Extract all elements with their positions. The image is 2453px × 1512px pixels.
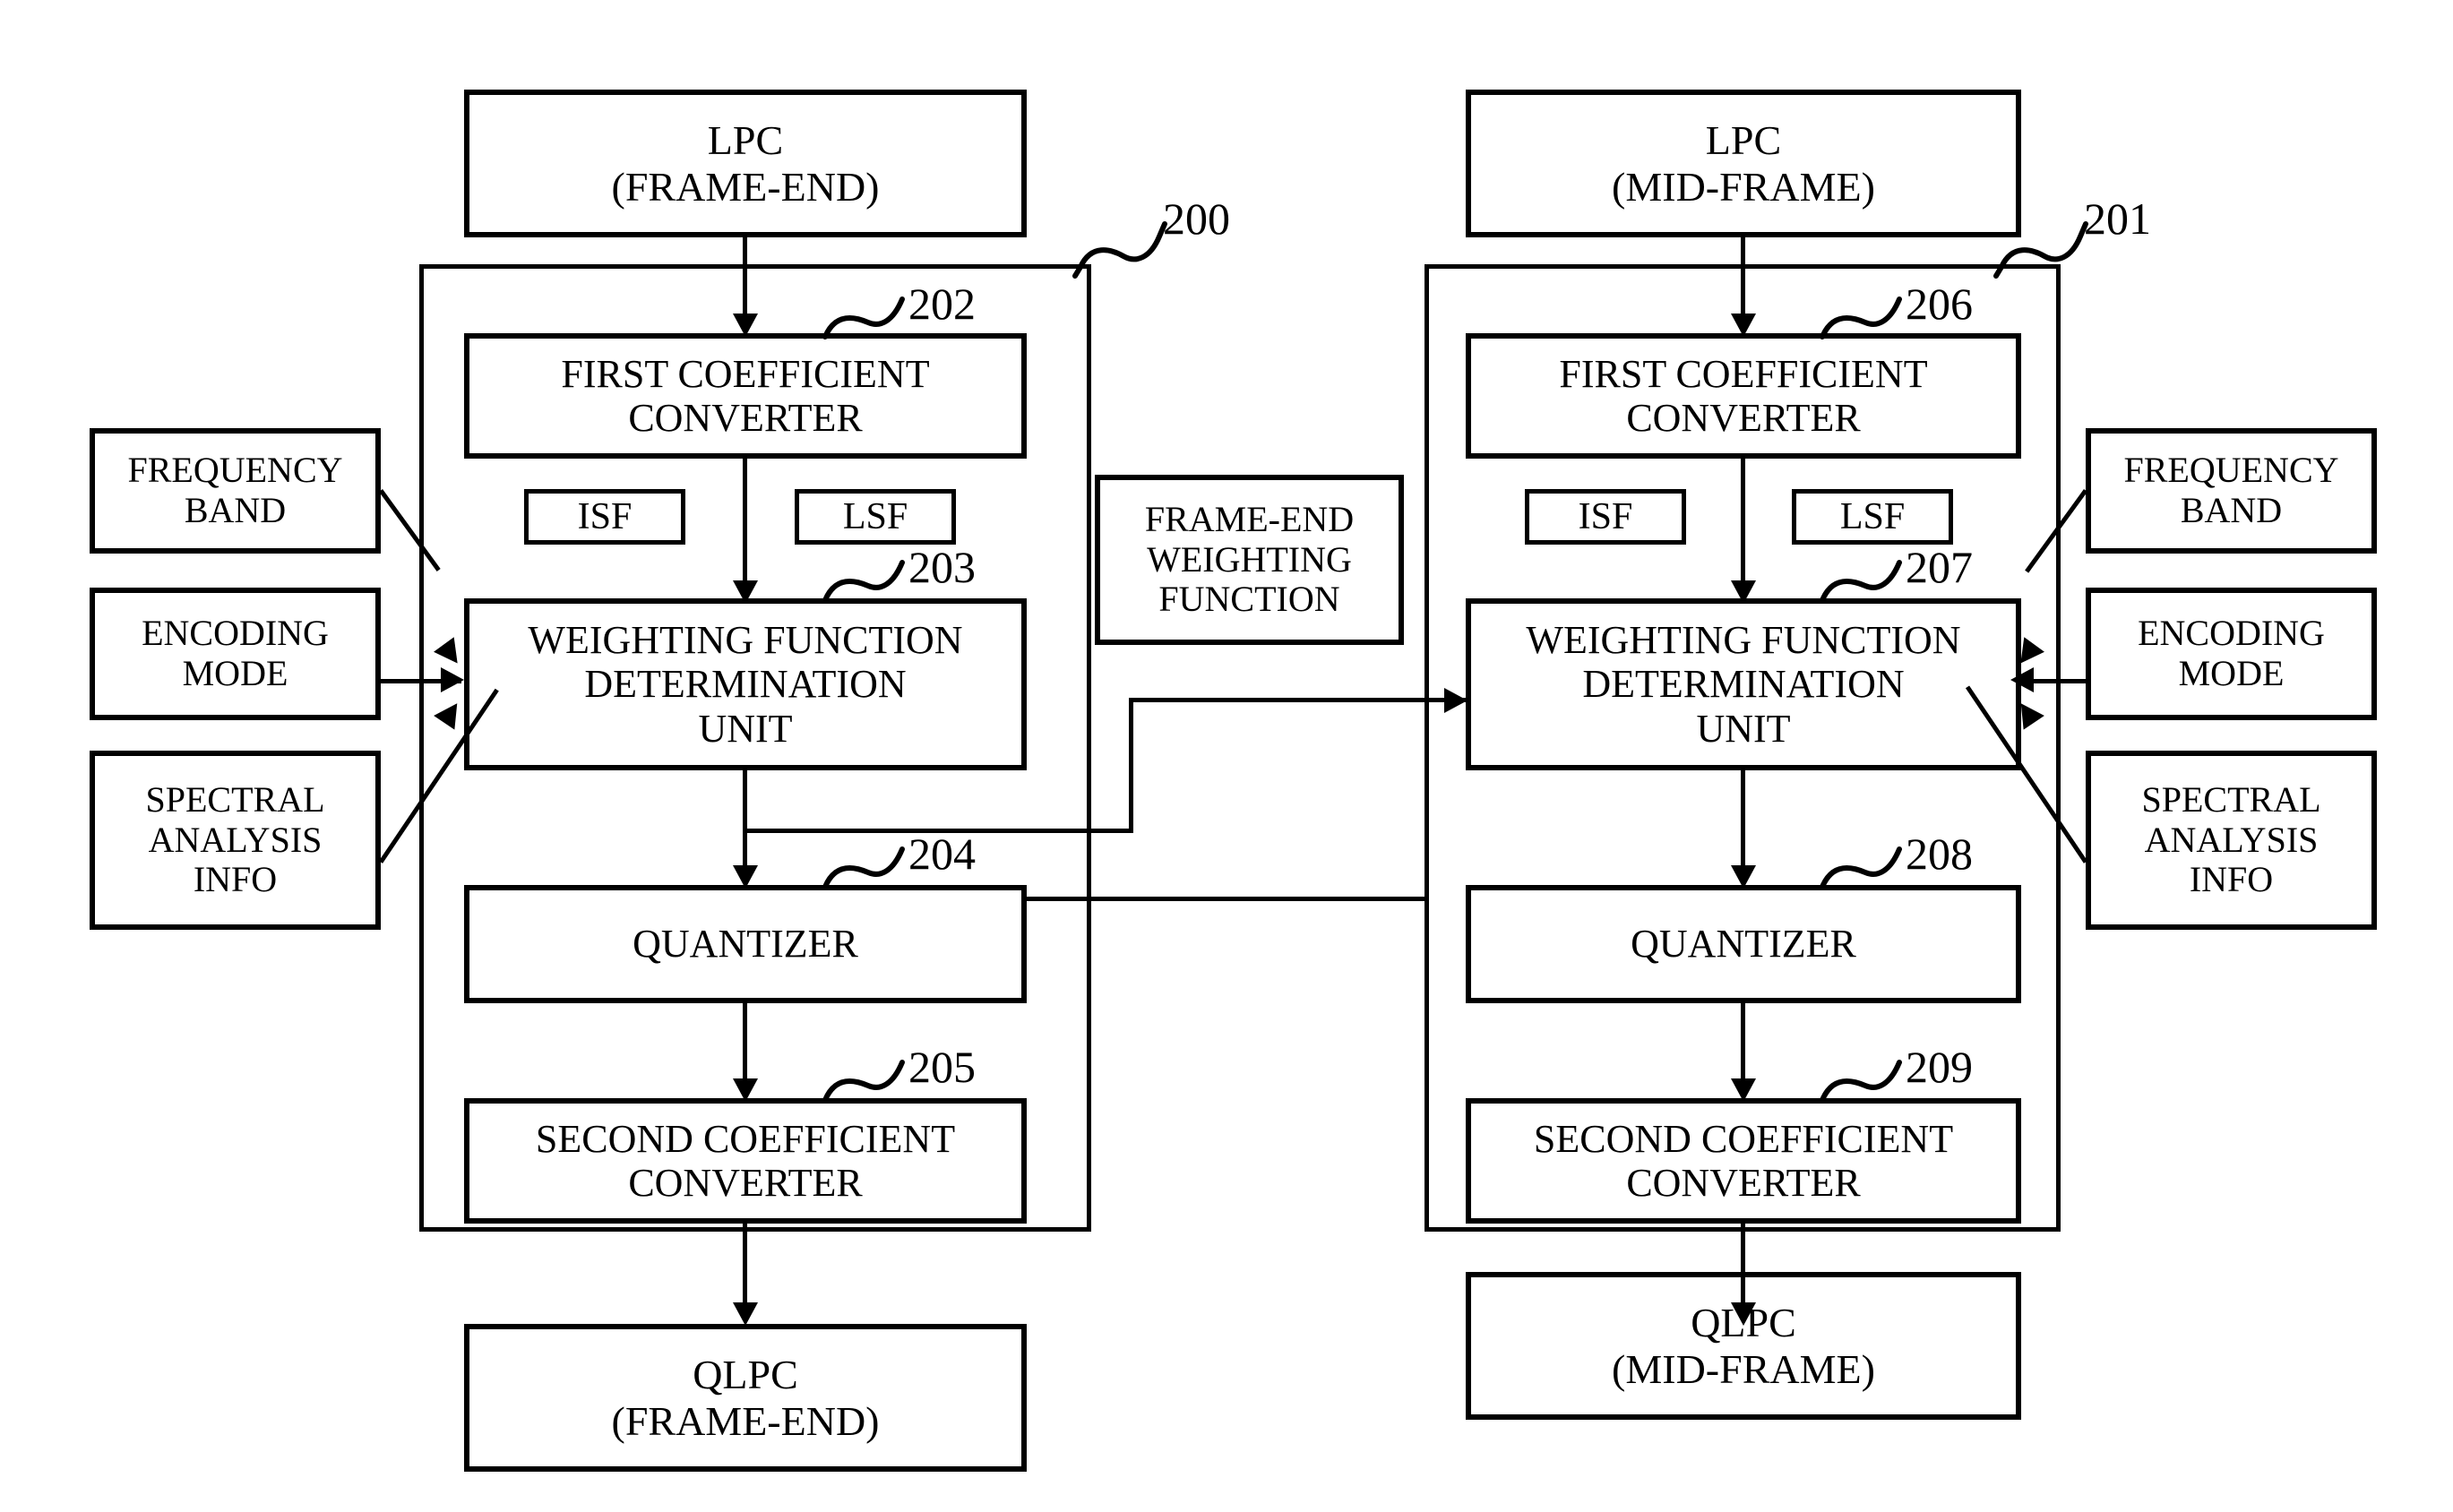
connector-207-to-208 (1741, 770, 1745, 880)
ref-201: 201 (2084, 193, 2151, 244)
isf-chip-right: ISF (1525, 489, 1686, 545)
connector-206-to-207 (1741, 459, 1745, 595)
patent-figure: 200 201 LPC (FRAME-END) FIRST COEFFICIEN… (0, 0, 2453, 1512)
frame-end-weighting-function-box: FRAME-END WEIGHTING FUNCTION (1095, 475, 1404, 645)
encoding-mode-right-label: ENCODING MODE (2138, 613, 2325, 693)
route-203-seg-v (1129, 698, 1133, 833)
ref-209: 209 (1906, 1042, 1973, 1092)
ref-202: 202 (908, 279, 976, 329)
arrowhead-encoding-mode-right (2010, 667, 2034, 692)
arrowhead-203-to-207 (1444, 688, 1467, 713)
spectral-analysis-info-right: SPECTRAL ANALYSIS INFO (2086, 751, 2377, 930)
frame-end-weighting-function-label: FRAME-END WEIGHTING FUNCTION (1144, 498, 1355, 620)
route-203-seg-h2 (1129, 698, 1466, 702)
lpc-mid-frame-box: LPC (MID-FRAME) (1466, 90, 2021, 237)
lpc-mid-frame-label: LPC (MID-FRAME) (1612, 116, 1875, 210)
qlpc-frame-end-label: QLPC (FRAME-END) (611, 1351, 880, 1444)
arrowhead-203-to-204 (733, 865, 758, 889)
route-204-to-201 (1027, 897, 1426, 901)
ref-206: 206 (1906, 279, 1973, 329)
ref-208: 208 (1906, 829, 1973, 879)
encoding-mode-right: ENCODING MODE (2086, 588, 2377, 720)
arrowhead-207-to-208 (1731, 865, 1756, 889)
qlpc-frame-end-box: QLPC (FRAME-END) (464, 1324, 1027, 1472)
lsf-chip-right: LSF (1792, 489, 1953, 545)
ref-203: 203 (908, 542, 976, 592)
ref-204: 204 (908, 829, 976, 879)
ref-200: 200 (1163, 193, 1230, 244)
frequency-band-left: FREQUENCY BAND (90, 428, 381, 554)
arrowhead-lpc-to-202 (733, 314, 758, 337)
arrowhead-205-to-qlpc-left (733, 1302, 758, 1326)
spectral-analysis-info-right-label: SPECTRAL ANALYSIS INFO (2141, 778, 2321, 900)
arrowhead-encoding-mode-left (441, 667, 464, 692)
arrowhead-208-to-209 (1731, 1078, 1756, 1102)
frequency-band-right: FREQUENCY BAND (2086, 428, 2377, 554)
encoding-mode-left: ENCODING MODE (90, 588, 381, 720)
frequency-band-right-label: FREQUENCY BAND (2123, 450, 2339, 530)
arrowhead-lpc-to-206 (1731, 314, 1756, 337)
spectral-analysis-info-left-label: SPECTRAL ANALYSIS INFO (145, 778, 325, 900)
arrowhead-202-to-203 (733, 580, 758, 604)
connector-202-to-203 (743, 459, 747, 595)
lsf-chip-left: LSF (795, 489, 956, 545)
spectral-analysis-info-left: SPECTRAL ANALYSIS INFO (90, 751, 381, 930)
isf-chip-left: ISF (524, 489, 685, 545)
ref-205: 205 (908, 1042, 976, 1092)
lpc-frame-end-label: LPC (FRAME-END) (611, 116, 880, 210)
feeder-encoding-mode-right (2032, 679, 2087, 683)
connector-203-to-204 (743, 770, 747, 880)
encoding-mode-left-label: ENCODING MODE (142, 613, 329, 693)
arrowhead-209-to-qlpc-right (1731, 1302, 1756, 1326)
arrowhead-206-to-207 (1731, 580, 1756, 604)
frequency-band-left-label: FREQUENCY BAND (127, 450, 343, 530)
lpc-frame-end-box: LPC (FRAME-END) (464, 90, 1027, 237)
ref-207: 207 (1906, 542, 1973, 592)
arrowhead-204-to-205 (733, 1078, 758, 1102)
